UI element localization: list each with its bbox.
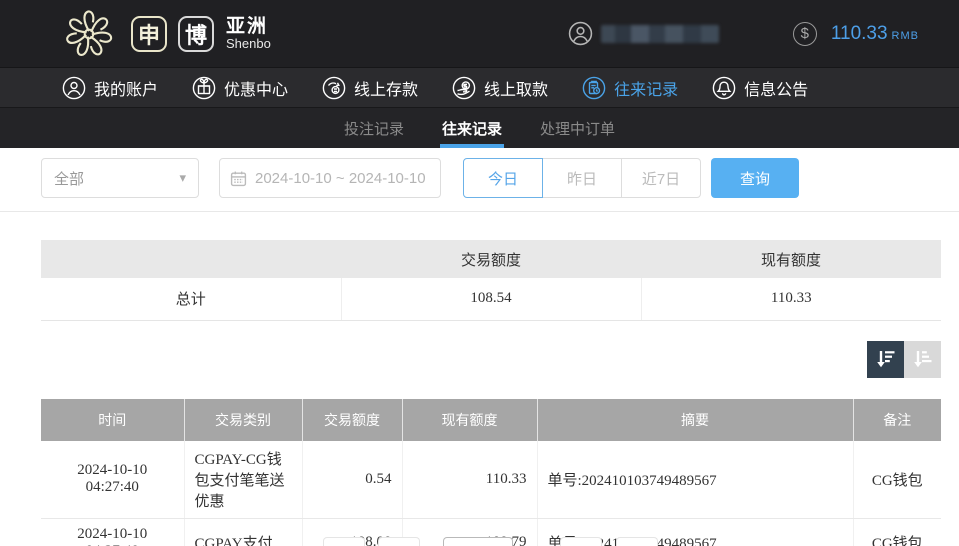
logo-char-2: 博 bbox=[178, 16, 214, 52]
today-button[interactable]: 今日 bbox=[463, 158, 543, 198]
balance-currency: RMB bbox=[892, 30, 919, 42]
nav-label: 我的账户 bbox=[94, 76, 158, 100]
sort-desc-icon bbox=[875, 348, 897, 370]
nav-label: 线上取款 bbox=[484, 76, 548, 100]
yesterday-button[interactable]: 昨日 bbox=[542, 158, 622, 198]
summary-balance-total: 110.33 bbox=[641, 278, 941, 320]
pagination-last-button[interactable] bbox=[616, 537, 658, 546]
table-row: 2024-10-10 04:27:40 CGPAY-CG钱包支付笔笔送优惠 0.… bbox=[41, 441, 941, 519]
cell-type: CGPAY支付 bbox=[184, 518, 302, 546]
pagination-prev-button[interactable] bbox=[378, 537, 420, 546]
search-button[interactable]: 查询 bbox=[711, 158, 799, 198]
col-time: 时间 bbox=[41, 399, 184, 441]
records-header-row: 时间 交易类别 交易额度 现有额度 摘要 备注 bbox=[41, 399, 941, 441]
section-divider bbox=[0, 211, 959, 212]
balance-value: 110.33 bbox=[831, 23, 888, 44]
cell-type: CGPAY-CG钱包支付笔笔送优惠 bbox=[184, 441, 302, 519]
user-avatar-icon bbox=[568, 21, 593, 46]
logo-subtitle: Shenbo bbox=[226, 37, 271, 51]
username-redacted bbox=[601, 25, 719, 43]
bell-icon bbox=[712, 76, 736, 100]
summary-header-balance: 现有额度 bbox=[641, 240, 941, 278]
nav-withdraw[interactable]: 线上取款 bbox=[452, 76, 548, 100]
main-content: 全部 2024-10-10 ~ 2024-10-10 今日 昨日 近7日 查询 … bbox=[0, 148, 959, 546]
main-nav: 我的账户 优惠中心 线上存款 线上取款 bbox=[0, 67, 959, 108]
cell-time: 2024-10-10 04:27:40 bbox=[41, 441, 184, 519]
nav-label: 线上存款 bbox=[354, 76, 418, 100]
cell-summary: 单号:202410103749489567 bbox=[537, 441, 853, 519]
col-amount: 交易额度 bbox=[302, 399, 402, 441]
records-table: 时间 交易类别 交易额度 现有额度 摘要 备注 2024-10-10 04:27… bbox=[41, 399, 941, 546]
cell-balance: 110.33 bbox=[402, 441, 537, 519]
cell-note: CG钱包 bbox=[853, 441, 941, 519]
site-logo[interactable]: 申 博 亚洲 Shenbo bbox=[58, 4, 271, 64]
date-range-picker[interactable]: 2024-10-10 ~ 2024-10-10 bbox=[219, 158, 441, 198]
summary-header-empty bbox=[41, 240, 341, 278]
col-summary: 摘要 bbox=[537, 399, 853, 441]
pagination-page-select[interactable] bbox=[443, 537, 513, 546]
date-range-value: 2024-10-10 ~ 2024-10-10 bbox=[255, 170, 426, 187]
deposit-icon bbox=[322, 76, 346, 100]
last7days-button[interactable]: 近7日 bbox=[621, 158, 701, 198]
summary-header-transaction: 交易额度 bbox=[341, 240, 641, 278]
summary-total-label: 总计 bbox=[41, 278, 341, 320]
records-icon bbox=[582, 76, 606, 100]
sort-desc-button[interactable] bbox=[867, 341, 904, 378]
type-select-value: 全部 bbox=[54, 168, 84, 189]
record-tabs: 投注记录 往来记录 处理中订单 bbox=[0, 108, 959, 148]
user-icon bbox=[62, 76, 86, 100]
col-type: 交易类别 bbox=[184, 399, 302, 441]
nav-label: 优惠中心 bbox=[224, 76, 288, 100]
nav-transaction-records[interactable]: 往来记录 bbox=[582, 76, 678, 100]
sort-asc-icon bbox=[912, 348, 934, 370]
tab-pending-orders[interactable]: 处理中订单 bbox=[538, 108, 617, 148]
cell-time: 2024-10-10 04:27:40 bbox=[41, 518, 184, 546]
summary-transaction-total: 108.54 bbox=[341, 278, 641, 320]
summary-header-row: 交易额度 现有额度 bbox=[41, 240, 941, 278]
nav-promotions[interactable]: 优惠中心 bbox=[192, 76, 288, 100]
nav-announcements[interactable]: 信息公告 bbox=[712, 76, 808, 100]
summary-table: 交易额度 现有额度 总计 108.54 110.33 bbox=[41, 240, 941, 321]
tab-transaction-records[interactable]: 往来记录 bbox=[440, 108, 504, 148]
filter-bar: 全部 2024-10-10 ~ 2024-10-10 今日 昨日 近7日 查询 bbox=[41, 158, 940, 198]
flower-logo-icon bbox=[58, 4, 120, 64]
type-select[interactable]: 全部 bbox=[41, 158, 199, 198]
pagination-first-button[interactable] bbox=[323, 537, 365, 546]
cell-note: CG钱包 bbox=[853, 518, 941, 546]
sort-controls bbox=[41, 341, 941, 378]
nav-label: 往来记录 bbox=[614, 76, 678, 100]
balance-amount[interactable]: 110.33 RMB bbox=[831, 23, 919, 45]
cell-amount: 0.54 bbox=[302, 441, 402, 519]
withdraw-icon bbox=[452, 76, 476, 100]
balance-currency-icon: $ bbox=[793, 22, 817, 46]
nav-my-account[interactable]: 我的账户 bbox=[62, 76, 158, 100]
logo-char-1: 申 bbox=[131, 16, 167, 52]
pagination-next-button[interactable] bbox=[560, 537, 602, 546]
calendar-icon bbox=[230, 170, 247, 187]
top-header: 申 博 亚洲 Shenbo $ 110.33 RMB bbox=[0, 0, 959, 67]
tab-betting-records[interactable]: 投注记录 bbox=[342, 108, 406, 148]
summary-total-row: 总计 108.54 110.33 bbox=[41, 278, 941, 320]
nav-deposit[interactable]: 线上存款 bbox=[322, 76, 418, 100]
quick-date-group: 今日 昨日 近7日 bbox=[463, 158, 701, 198]
logo-region: 亚洲 bbox=[226, 17, 271, 37]
col-note: 备注 bbox=[853, 399, 941, 441]
sort-asc-button[interactable] bbox=[904, 341, 941, 378]
col-balance: 现有额度 bbox=[402, 399, 537, 441]
nav-label: 信息公告 bbox=[744, 76, 808, 100]
gift-icon bbox=[192, 76, 216, 100]
account-menu[interactable] bbox=[568, 21, 719, 46]
